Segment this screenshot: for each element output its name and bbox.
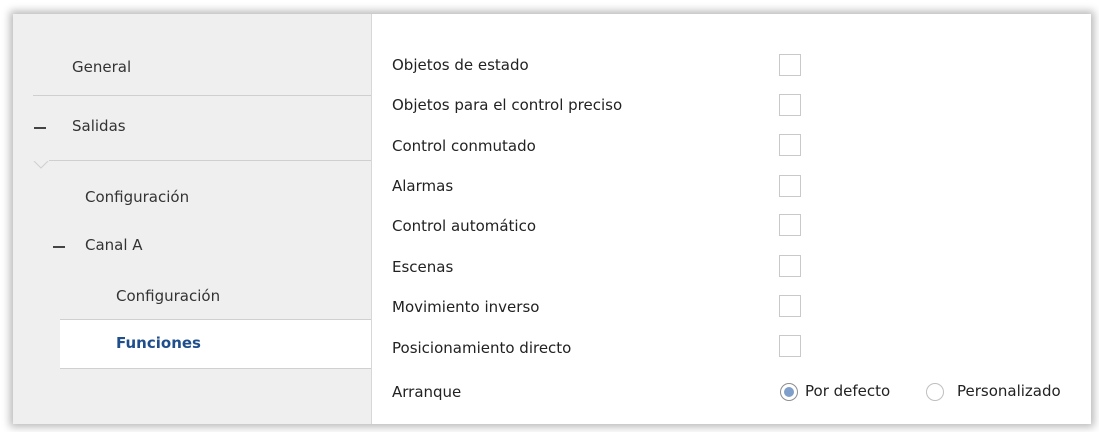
sidebar-item-canal-a-configuracion[interactable]: Configuración <box>116 287 220 305</box>
option-label: Movimiento inverso <box>392 298 540 316</box>
movimiento-inverso-checkbox[interactable] <box>779 295 801 317</box>
alarmas-checkbox[interactable] <box>779 175 801 197</box>
sidebar-item-general[interactable]: General <box>72 58 131 76</box>
sidebar-item-salidas[interactable]: Salidas <box>72 117 126 135</box>
option-label: Control automático <box>392 217 537 235</box>
option-label: Control conmutado <box>392 137 536 155</box>
objetos-de-estado-checkbox[interactable] <box>779 54 801 76</box>
option-label: Posicionamiento directo <box>392 339 572 357</box>
control-conmutado-checkbox[interactable] <box>779 134 801 156</box>
sidebar-item-label: Funciones <box>116 334 201 352</box>
collapse-icon[interactable] <box>53 246 65 248</box>
posicionamiento-directo-checkbox[interactable] <box>779 335 801 357</box>
sidebar-item-funciones[interactable]: Funciones <box>60 319 371 369</box>
window-frame: General Salidas Configuración Canal A Co… <box>13 14 1091 424</box>
sidebar-divider <box>33 160 371 161</box>
parameters-panel: Objetos de estado Objetos para el contro… <box>372 14 1091 424</box>
option-label: Objetos de estado <box>392 56 529 74</box>
sidebar-divider <box>33 95 371 96</box>
sidebar-item-canal-a[interactable]: Canal A <box>85 236 143 254</box>
collapse-icon[interactable] <box>34 127 46 129</box>
option-label: Objetos para el control preciso <box>392 96 623 114</box>
personalizado-label[interactable]: Personalizado <box>957 382 1061 400</box>
objetos-control-preciso-checkbox[interactable] <box>779 94 801 116</box>
control-automatico-checkbox[interactable] <box>779 214 801 236</box>
arranque-label: Arranque <box>392 383 462 401</box>
por-defecto-label[interactable]: Por defecto <box>805 382 890 400</box>
expanded-notch-icon <box>33 160 49 169</box>
sidebar-item-configuracion[interactable]: Configuración <box>85 188 189 206</box>
option-label: Alarmas <box>392 177 454 195</box>
personalizado-radio[interactable] <box>926 383 944 401</box>
por-defecto-radio[interactable] <box>780 383 798 401</box>
escenas-checkbox[interactable] <box>779 255 801 277</box>
sidebar: General Salidas Configuración Canal A Co… <box>13 14 371 424</box>
option-label: Escenas <box>392 258 454 276</box>
